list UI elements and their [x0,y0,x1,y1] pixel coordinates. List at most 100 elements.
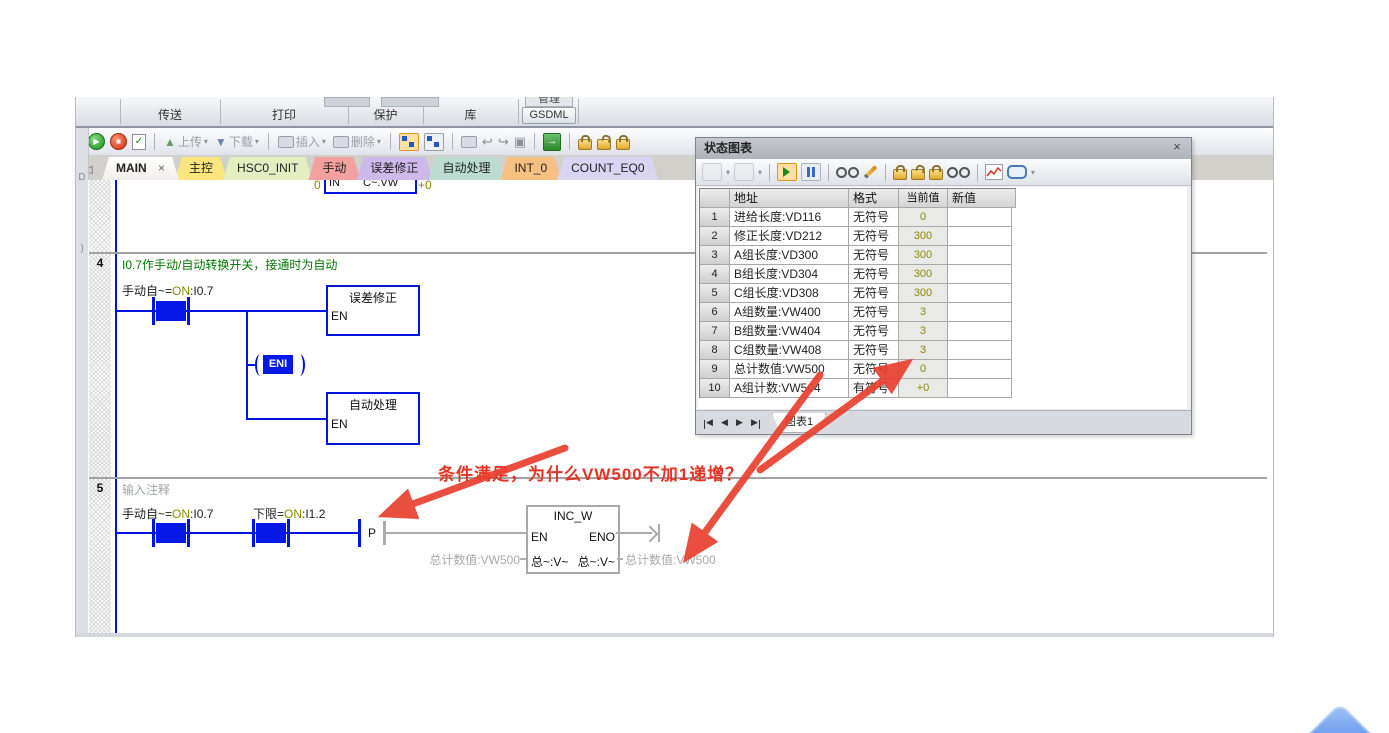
cell-address[interactable]: B组长度:VD304 [730,265,849,284]
cell-address[interactable]: 总计数值:VW500 [730,360,849,379]
force-all-icon[interactable] [616,139,630,150]
row-number[interactable]: 1 [700,208,730,227]
upload-button[interactable]: ▲ 上传 ▾ [163,131,209,153]
cell-address[interactable]: A组数量:VW400 [730,303,849,322]
redo-icon[interactable]: ↪ [498,134,509,150]
force-icon[interactable] [893,169,907,180]
cell-address[interactable]: B组数量:VW404 [730,322,849,341]
pause-status-icon[interactable] [461,136,477,148]
eni-coil[interactable]: ENI [263,355,293,374]
close-window-icon[interactable]: × [1169,139,1185,155]
editor-tab[interactable]: 手动 [308,157,360,180]
read-forced-icon[interactable] [947,167,970,178]
last-chart-icon[interactable]: ▶ [747,417,762,428]
program-status-button[interactable] [399,133,419,151]
cell-format[interactable]: 有符号 [849,379,899,398]
cell-address[interactable]: C组长度:VD308 [730,284,849,303]
in-operand[interactable]: 总计数值:VW500 [408,551,520,568]
row-number[interactable]: 4 [700,265,730,284]
cell-new-value[interactable] [948,379,1012,398]
delete-chart-icon[interactable] [734,163,754,181]
network-5-number[interactable]: 5 [92,481,108,495]
cell-new-value[interactable] [948,360,1012,379]
network-4-comment[interactable]: I0.7作手动/自动转换开关，接通时为自动 [122,256,337,273]
cell-new-value[interactable] [948,303,1012,322]
unforce-icon[interactable] [597,139,611,150]
ribbon-group-print[interactable]: 打印 [220,106,348,123]
cell-new-value[interactable] [948,246,1012,265]
delete-button[interactable]: 删除 ▾ [332,131,382,153]
editor-tab[interactable]: 主控 [175,157,227,180]
next-chart-icon[interactable]: ▶ [732,417,747,428]
editor-tab[interactable]: 自动处理 [428,157,504,180]
cell-format[interactable]: 无符号 [849,322,899,341]
cell-address[interactable]: 修正长度:VD212 [730,227,849,246]
header-new-value[interactable]: 新值 [948,189,1016,208]
compile-button[interactable]: ✓ [132,134,146,150]
cell-address[interactable]: A组计数:VW504 [730,379,849,398]
ribbon-group-protect[interactable]: 保护 [348,106,423,123]
cell-new-value[interactable] [948,208,1012,227]
snapshot-icon[interactable]: ▣ [514,134,526,150]
row-number[interactable]: 8 [700,341,730,360]
contact-energized[interactable] [156,523,186,543]
cell-format[interactable]: 无符号 [849,208,899,227]
add-chart-icon[interactable] [702,163,722,181]
block-inc-w[interactable]: INC_W EN ENO 总~:V~ 总~:V~ [526,505,620,574]
cell-new-value[interactable] [948,265,1012,284]
symbol-tag-icon[interactable] [1007,165,1027,179]
ribbon-group-transfer[interactable]: 传送 [120,106,220,123]
pause-chart-icon[interactable] [801,163,821,181]
row-number[interactable]: 6 [700,303,730,322]
row-number[interactable]: 9 [700,360,730,379]
header-current-value[interactable]: 当前值 [899,189,948,208]
undo-icon[interactable]: ↩ [482,134,493,150]
write-all-icon[interactable] [864,165,877,178]
p-contact[interactable]: P [368,526,376,540]
ribbon-group-library[interactable]: 库 [423,106,518,123]
header-format[interactable]: 格式 [849,189,899,208]
editor-tab[interactable]: HSC0_INIT [223,157,312,180]
force-icon[interactable] [578,139,592,150]
cell-address[interactable]: A组长度:VD300 [730,246,849,265]
row-number[interactable]: 5 [700,284,730,303]
stop-button[interactable]: ■ [110,133,127,150]
chart-status-button[interactable] [424,133,444,151]
manage-button[interactable]: 管理 [525,97,573,107]
cell-format[interactable]: 无符号 [849,303,899,322]
close-tab-icon[interactable]: × [158,161,165,175]
contact-energized[interactable] [156,301,186,321]
cell-format[interactable]: 无符号 [849,227,899,246]
chart-tab[interactable]: 图表1 [772,413,826,433]
cell-format[interactable]: 无符号 [849,246,899,265]
cell-address[interactable]: C组数量:VW408 [730,341,849,360]
chart-status-on-icon[interactable] [777,163,797,181]
cell-format[interactable]: 无符号 [849,360,899,379]
force-all-icon[interactable] [929,169,943,180]
gsdml-button[interactable]: GSDML [522,107,576,124]
row-number[interactable]: 7 [700,322,730,341]
cell-new-value[interactable] [948,227,1012,246]
contact-energized[interactable] [256,523,286,543]
cell-format[interactable]: 无符号 [849,265,899,284]
insert-button[interactable]: 插入 ▾ [277,131,327,153]
cell-format[interactable]: 无符号 [849,341,899,360]
unforce-icon[interactable] [911,169,925,180]
download-button[interactable]: ▼ 下载 ▾ [214,131,260,153]
cell-new-value[interactable] [948,322,1012,341]
cell-format[interactable]: 无符号 [849,284,899,303]
force-run-button[interactable]: → [543,133,561,151]
editor-tab[interactable]: COUNT_EQ0 [557,157,658,180]
read-all-icon[interactable] [836,167,859,178]
header-address[interactable]: 地址 [730,189,849,208]
status-window-title[interactable]: 状态图表 [696,138,1191,160]
out-operand[interactable]: 总计数值:VW500 [625,551,716,568]
row-number[interactable]: 10 [700,379,730,398]
run-button[interactable]: ▶ [88,133,105,150]
tab-main[interactable]: MAIN × [102,157,179,180]
back-to-top-button[interactable] [1291,703,1389,733]
first-chart-icon[interactable]: ◀ [702,417,717,428]
cell-address[interactable]: 进给长度:VD116 [730,208,849,227]
block-error-correct[interactable]: 误差修正 EN [326,285,420,336]
cell-new-value[interactable] [948,284,1012,303]
